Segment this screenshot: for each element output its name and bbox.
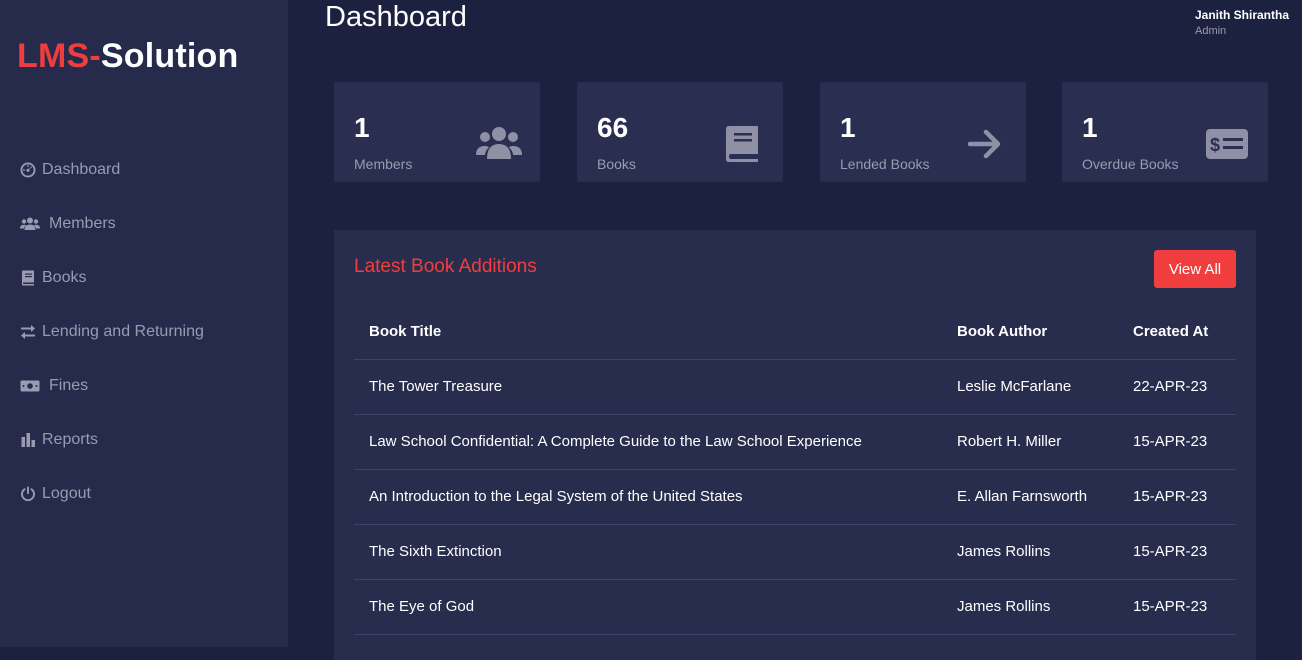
stat-label: Lended Books <box>840 156 930 172</box>
bar-chart-icon <box>20 432 36 448</box>
view-all-button[interactable]: View All <box>1154 250 1236 288</box>
sidebar-item-label: Dashboard <box>42 161 121 178</box>
cell-book-author: James Rollins <box>942 579 1118 635</box>
svg-text:$: $ <box>1210 135 1220 155</box>
stat-label: Overdue Books <box>1082 156 1179 172</box>
tachometer-icon <box>20 162 36 178</box>
users-icon <box>20 216 40 232</box>
arrow-right-icon <box>962 124 1008 164</box>
table-row[interactable]: An Introduction to the Legal System of t… <box>354 469 1236 525</box>
stat-value: 1 <box>840 112 856 143</box>
sidebar: LMS-Solution Dashboard Members Books Len… <box>0 0 288 647</box>
user-role: Admin <box>1194 25 1227 37</box>
sidebar-item-books[interactable]: Books <box>0 251 288 305</box>
power-icon <box>20 486 36 502</box>
cell-book-title: The Tower Treasure <box>354 359 942 415</box>
cell-book-title: An Introduction to the Legal System of t… <box>354 469 942 525</box>
book-icon <box>20 270 36 286</box>
sidebar-item-label: Logout <box>42 485 91 502</box>
latest-books-panel: Latest Book Additions View All Book Titl… <box>334 230 1256 660</box>
sidebar-item-lending-and-returning[interactable]: Lending and Returning <box>0 305 288 359</box>
sidebar-item-label: Fines <box>49 377 89 394</box>
sidebar-item-dashboard[interactable]: Dashboard <box>0 143 288 197</box>
stat-card-members[interactable]: 1 Members <box>334 82 540 182</box>
cell-book-title: The Sixth Extinction <box>354 524 942 580</box>
column-header-book-title[interactable]: Book Title <box>354 304 942 360</box>
sidebar-item-reports[interactable]: Reports <box>0 413 288 467</box>
stat-card-books[interactable]: 66 Books <box>577 82 783 182</box>
sidebar-item-label: Members <box>49 215 116 232</box>
table-header-row: Book Title Book Author Created At <box>354 304 1236 360</box>
sidebar-nav: Dashboard Members Books Lending and Retu… <box>0 143 288 521</box>
money-check-icon: $ <box>1204 124 1250 164</box>
cell-created-at: 15-APR-23 <box>1118 414 1236 470</box>
cell-created-at: 15-APR-23 <box>1118 524 1236 580</box>
cell-book-author: Leslie McFarlane <box>942 359 1118 415</box>
app-logo[interactable]: LMS-Solution <box>17 37 238 76</box>
stat-value: 1 <box>1082 112 1098 143</box>
money-bill-icon <box>20 378 40 394</box>
books-table: Book Title Book Author Created At The To… <box>354 304 1236 635</box>
main-content: Dashboard Janith Shirantha Admin 1 Membe… <box>288 0 1302 660</box>
stat-label: Members <box>354 156 413 172</box>
table-row[interactable]: The Sixth Extinction James Rollins 15-AP… <box>354 524 1236 580</box>
stat-value: 1 <box>354 112 370 143</box>
column-header-created-at[interactable]: Created At <box>1118 304 1236 360</box>
cell-book-author: E. Allan Farnsworth <box>942 469 1118 525</box>
user-name: Janith Shirantha <box>1194 8 1289 22</box>
stat-card-overdue-books[interactable]: 1 Overdue Books $ <box>1062 82 1268 182</box>
cell-book-title: Law School Confidential: A Complete Guid… <box>354 414 942 470</box>
stat-label: Books <box>597 156 636 172</box>
column-header-book-author[interactable]: Book Author <box>942 304 1118 360</box>
users-icon <box>476 124 522 164</box>
cell-created-at: 15-APR-23 <box>1118 469 1236 525</box>
sidebar-item-label: Books <box>42 269 87 286</box>
logo-part-solution: Solution <box>100 37 239 75</box>
panel-title: Latest Book Additions <box>354 256 537 277</box>
logo-part-lms: LMS- <box>17 37 101 75</box>
stat-card-lended-books[interactable]: 1 Lended Books <box>820 82 1026 182</box>
table-row[interactable]: The Tower Treasure Leslie McFarlane 22-A… <box>354 359 1236 415</box>
sidebar-item-fines[interactable]: Fines <box>0 359 288 413</box>
cell-book-author: James Rollins <box>942 524 1118 580</box>
sidebar-item-members[interactable]: Members <box>0 197 288 251</box>
page-title: Dashboard <box>325 1 467 33</box>
cell-book-author: Robert H. Miller <box>942 414 1118 470</box>
sidebar-item-label: Reports <box>42 431 99 448</box>
cell-created-at: 22-APR-23 <box>1118 359 1236 415</box>
table-row[interactable]: The Eye of God James Rollins 15-APR-23 <box>354 579 1236 635</box>
cell-created-at: 15-APR-23 <box>1118 579 1236 635</box>
sidebar-item-label: Lending and Returning <box>42 323 204 340</box>
table-row[interactable]: Law School Confidential: A Complete Guid… <box>354 414 1236 470</box>
sidebar-item-logout[interactable]: Logout <box>0 467 288 521</box>
exchange-icon <box>20 324 36 340</box>
cell-book-title: The Eye of God <box>354 579 942 635</box>
stat-value: 66 <box>597 112 629 143</box>
user-info[interactable]: Janith Shirantha Admin <box>1195 8 1289 37</box>
book-icon <box>719 124 765 164</box>
